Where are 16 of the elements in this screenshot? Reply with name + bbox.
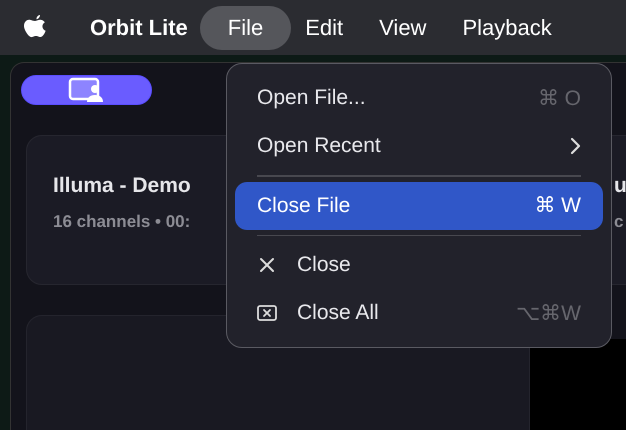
screen-user-button[interactable]: [21, 75, 152, 105]
session-details: 16 channels • 00:: [53, 212, 192, 232]
menu-bar-item[interactable]: File: [200, 6, 292, 50]
screen-user-icon: [68, 76, 106, 104]
menu-item[interactable]: Close: [235, 241, 603, 289]
menu-item[interactable]: Open Recent: [235, 122, 603, 170]
menu-item[interactable]: Close All ⌥⌘W: [235, 289, 603, 337]
boxed-x-icon: [257, 303, 277, 323]
session-details: c: [614, 212, 624, 232]
close-icon: [257, 255, 277, 275]
menu-item[interactable]: Open File... ⌘ O: [235, 74, 603, 122]
menu-item[interactable]: Close File ⌘ W: [235, 182, 603, 230]
session-title: Illuma - Demo: [53, 174, 192, 198]
chevron-right-icon: [569, 136, 581, 156]
session-title: u: [614, 174, 626, 198]
app-name[interactable]: Orbit Lite: [90, 14, 188, 40]
